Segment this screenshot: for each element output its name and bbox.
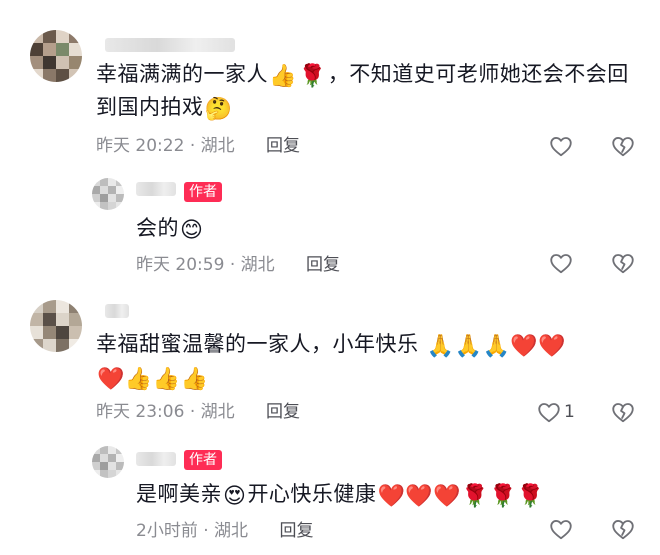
comment-text-part: 开心快乐健康 [247,482,377,506]
comment-text: 幸福甜蜜温馨的一家人，小年快乐 🙏🙏🙏❤️❤️ ❤️👍👍👍 [96,328,636,394]
emoji-sequence: 🙏🙏🙏❤️❤️ [426,334,567,359]
comment-meta: 2小时前 · 湖北 回复 [136,520,313,542]
comment-item: 幸福满满的一家人👍🌹，不知道史可老师她还会不会回到国内拍戏🤔 昨天 20:22 … [0,0,660,170]
reply-item: 作者 是啊美亲😍开心快乐健康❤️❤️❤️🌹🌹🌹 2小时前 · 湖北 回复 [0,440,660,555]
broken-heart-icon[interactable] [610,399,636,425]
heart-outline-icon[interactable] [548,516,574,542]
broken-heart-icon[interactable] [610,250,636,276]
avatar[interactable] [30,30,82,82]
comment-meta: 昨天 20:59 · 湖北 回复 [136,254,340,276]
username-blurred[interactable] [136,452,176,466]
meta-separator: · [229,255,236,275]
comment-text: 幸福满满的一家人👍🌹，不知道史可老师她还会不会回到国内拍戏🤔 [96,58,636,124]
comment-time: 2小时前 [136,521,198,541]
meta-separator: · [203,521,209,541]
avatar[interactable] [92,446,124,478]
author-badge: 作者 [184,450,222,470]
reply-item: 作者 会的😊 昨天 20:59 · 湖北 回复 [0,170,660,280]
comment-location: 湖北 [200,402,235,422]
broken-heart-icon[interactable] [610,516,636,542]
broken-heart-icon[interactable] [610,133,636,159]
comment-text-part: 会的 [136,216,179,240]
emoji-sequence: ❤️👍👍👍 [97,367,209,392]
comment-text-part: 是啊美亲 [136,482,222,506]
comment-location: 湖北 [200,136,235,156]
reply-button[interactable]: 回复 [279,521,313,541]
comment-item: 幸福甜蜜温馨的一家人，小年快乐 🙏🙏🙏❤️❤️ ❤️👍👍👍 昨天 23:06 ·… [0,290,660,440]
comment-meta: 昨天 23:06 · 湖北 回复 [96,401,300,423]
thinking-emoji: 🤔 [204,97,233,122]
avatar[interactable] [30,300,82,352]
reply-button[interactable]: 回复 [266,136,300,156]
comment-text-part: 幸福满满的一家人 [96,62,268,86]
comment-time: 昨天 23:06 [96,402,185,422]
comment-text-part: 幸福甜蜜温馨的一家人，小年快乐 [96,332,419,356]
emoji-sequence: ❤️❤️❤️🌹🌹🌹 [377,484,545,509]
heart-outline-icon[interactable] [548,250,574,276]
comment-text: 会的😊 [136,212,204,245]
username-blurred[interactable] [105,38,235,52]
thumbs-up-emoji: 👍 [269,64,297,89]
username-blurred[interactable] [136,182,176,196]
comment-location: 湖北 [240,255,275,275]
smile-emoji: 😊 [180,218,204,243]
comment-time: 昨天 20:59 [136,255,225,275]
reply-button[interactable]: 回复 [266,402,300,422]
reply-button[interactable]: 回复 [306,255,340,275]
username-blurred[interactable] [105,304,129,318]
meta-separator: · [189,136,196,156]
like-count: 1 [564,402,575,422]
heart-outline-icon[interactable] [536,399,562,425]
rose-emoji: 🌹 [298,64,327,89]
comment-time: 昨天 20:22 [96,136,185,156]
avatar[interactable] [92,178,124,210]
comment-text: 是啊美亲😍开心快乐健康❤️❤️❤️🌹🌹🌹 [136,478,636,511]
comment-location: 湖北 [214,521,249,541]
meta-separator: · [189,402,196,422]
comment-meta: 昨天 20:22 · 湖北 回复 [96,135,300,157]
heart-outline-icon[interactable] [548,133,574,159]
heart-eyes-emoji: 😍 [223,484,247,509]
author-badge: 作者 [184,182,222,202]
